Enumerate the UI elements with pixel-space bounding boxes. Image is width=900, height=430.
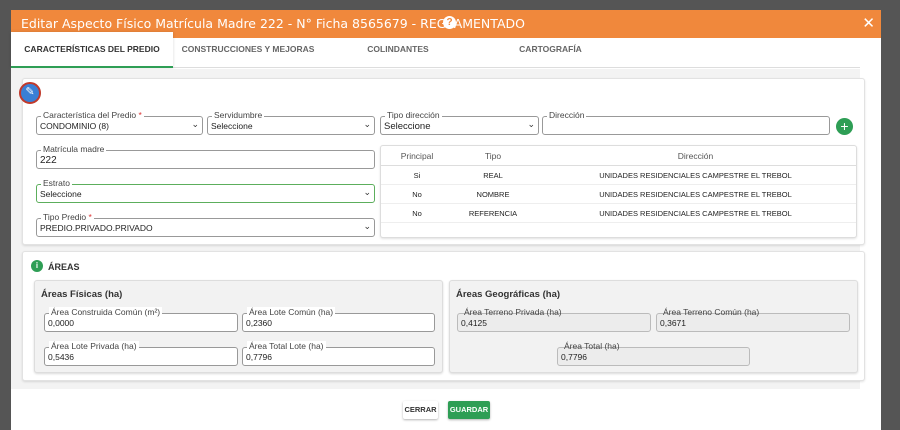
area-terreno-comun-value: 0,3671 xyxy=(660,318,686,328)
matricula-value: 222 xyxy=(40,155,57,166)
caracteristica-value: CONDOMINIO (8) xyxy=(40,121,109,131)
area-construida-comun-value: 0,0000 xyxy=(48,318,74,328)
tipo-predio-value: PREDIO.PRIVADO.PRIVADO xyxy=(40,223,153,233)
direccion-input[interactable]: Dirección xyxy=(542,110,830,136)
tab-caracteristicas[interactable]: CARACTERÍSTICAS DEL PREDIO xyxy=(11,32,173,68)
tab-construcciones[interactable]: CONSTRUCCIONES Y MEJORAS xyxy=(173,32,323,68)
tipo-direccion-label: Tipo dirección xyxy=(385,110,442,121)
cell-tipo: NOMBRE xyxy=(476,190,510,199)
chevron-down-icon: ⌄ xyxy=(363,187,371,197)
area-construida-comun-input[interactable]: Área Construida Común (m²) 0,0000 xyxy=(44,307,238,333)
pencil-icon: ✎ xyxy=(25,86,35,98)
area-lote-privada-input[interactable]: Área Lote Privada (ha) 0,5436 xyxy=(44,341,238,367)
area-lote-comun-label: Área Lote Común (ha) xyxy=(247,307,336,318)
table-row[interactable]: Si REAL UNIDADES RESIDENCIALES CAMPESTRE… xyxy=(381,166,856,185)
caracteristica-select[interactable]: Característica del Predio * CONDOMINIO (… xyxy=(36,110,203,136)
direccion-label: Dirección xyxy=(547,110,587,121)
header-principal: Principal xyxy=(400,151,434,161)
save-button[interactable]: GUARDAR xyxy=(448,401,490,419)
header-direccion: Dirección xyxy=(677,151,714,161)
tipo-predio-label: Tipo Predio xyxy=(43,212,87,222)
plus-icon: + xyxy=(840,118,849,134)
edit-button[interactable]: ✎ xyxy=(19,82,41,104)
tab-colindantes[interactable]: COLINDANTES xyxy=(323,32,473,68)
matricula-label: Matrícula madre xyxy=(41,144,107,155)
matricula-input[interactable]: Matrícula madre 222 xyxy=(36,144,375,170)
area-total-field: Área Total (ha) 0,7796 xyxy=(557,341,750,367)
cell-principal: No xyxy=(412,190,422,199)
area-total-lote-input[interactable]: Área Total Lote (ha) 0,7796 xyxy=(242,341,435,367)
area-lote-privada-label: Área Lote Privada (ha) xyxy=(49,341,139,352)
add-address-button[interactable]: + xyxy=(836,118,853,135)
area-construida-comun-label: Área Construida Común (m²) xyxy=(49,307,163,318)
area-total-label: Área Total (ha) xyxy=(564,341,620,351)
chevron-down-icon: ⌄ xyxy=(363,119,371,129)
tab-bar: CARACTERÍSTICAS DEL PREDIO CONSTRUCCIONE… xyxy=(11,32,860,68)
close-icon[interactable]: ✕ xyxy=(862,14,875,32)
table-header: Principal Tipo Dirección xyxy=(381,146,856,166)
caracteristica-label: Característica del Predio xyxy=(43,110,137,120)
servidumbre-label: Servidumbre xyxy=(212,110,265,121)
estrato-label: Estrato xyxy=(41,178,72,189)
area-terreno-comun-label: Área Terreno Común (ha) xyxy=(663,307,760,317)
cell-tipo: REFERENCIA xyxy=(468,209,518,218)
estrato-value: Seleccione xyxy=(40,189,82,199)
estrato-select[interactable]: Estrato Seleccione ⌄ xyxy=(36,178,375,204)
tab-cartografia[interactable]: CARTOGRAFÍA xyxy=(473,32,628,68)
chevron-down-icon: ⌄ xyxy=(363,221,371,231)
cell-principal: Si xyxy=(413,171,421,180)
servidumbre-value: Seleccione xyxy=(211,121,253,131)
area-total-lote-value: 0,7796 xyxy=(246,352,272,362)
address-table: Principal Tipo Dirección Si REAL UNIDADE… xyxy=(380,145,857,238)
areas-title: ÁREAS xyxy=(48,262,80,272)
area-terreno-privada-field: Área Terreno Privada (ha) 0,4125 xyxy=(457,307,651,333)
area-terreno-privada-label: Área Terreno Privada (ha) xyxy=(464,307,562,317)
area-terreno-comun-field: Área Terreno Común (ha) 0,3671 xyxy=(656,307,850,333)
help-icon[interactable]: ? xyxy=(443,16,456,29)
tipo-predio-select[interactable]: Tipo Predio * PREDIO.PRIVADO.PRIVADO ⌄ xyxy=(36,212,375,238)
area-terreno-privada-value: 0,4125 xyxy=(461,318,487,328)
cell-principal: No xyxy=(412,209,422,218)
chevron-down-icon: ⌄ xyxy=(527,119,535,129)
chevron-down-icon: ⌄ xyxy=(191,119,199,129)
cell-direccion: UNIDADES RESIDENCIALES CAMPESTRE EL TREB… xyxy=(599,209,792,218)
header-tipo: Tipo xyxy=(484,151,502,161)
cell-tipo: REAL xyxy=(483,171,503,180)
info-icon: i xyxy=(31,260,43,272)
tipo-direccion-select[interactable]: Tipo dirección Seleccione ⌄ xyxy=(380,110,539,136)
cancel-button[interactable]: CERRAR xyxy=(403,401,438,419)
area-total-value: 0,7796 xyxy=(561,352,587,362)
table-row[interactable]: No REFERENCIA UNIDADES RESIDENCIALES CAM… xyxy=(381,204,856,223)
area-lote-comun-input[interactable]: Área Lote Común (ha) 0,2360 xyxy=(242,307,435,333)
tipo-direccion-value: Seleccione xyxy=(384,121,431,132)
area-lote-comun-value: 0,2360 xyxy=(246,318,272,328)
cell-direccion: UNIDADES RESIDENCIALES CAMPESTRE EL TREB… xyxy=(599,190,792,199)
table-row[interactable]: No NOMBRE UNIDADES RESIDENCIALES CAMPEST… xyxy=(381,185,856,204)
areas-geograficas-title: Áreas Geográficas (ha) xyxy=(456,289,561,300)
areas-fisicas-title: Áreas Físicas (ha) xyxy=(41,289,123,300)
cell-direccion: UNIDADES RESIDENCIALES CAMPESTRE EL TREB… xyxy=(599,171,792,180)
area-lote-privada-value: 0,5436 xyxy=(48,352,74,362)
servidumbre-select[interactable]: Servidumbre Seleccione ⌄ xyxy=(207,110,375,136)
area-total-lote-label: Área Total Lote (ha) xyxy=(247,341,326,352)
